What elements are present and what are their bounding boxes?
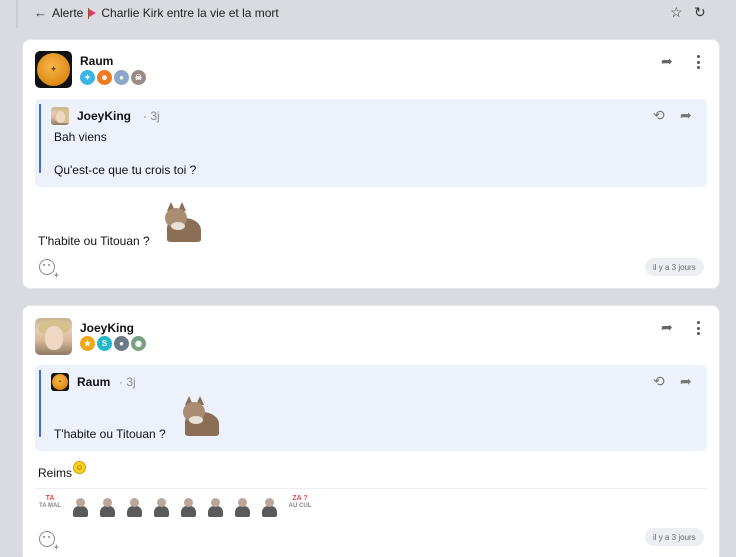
photo-badge-icon: ● bbox=[114, 336, 129, 351]
post-card: JoeyKing ★ S ● ◉ ➦ ✦ Raum · 3j ⟲ ➦ T'hab… bbox=[23, 306, 719, 557]
thread-category: Alerte bbox=[52, 6, 84, 20]
add-reaction-icon[interactable] bbox=[39, 531, 59, 552]
star-icon[interactable]: ☆ bbox=[670, 4, 683, 21]
share-icon[interactable]: ➦ bbox=[680, 373, 692, 390]
share-icon[interactable]: ➦ bbox=[680, 107, 692, 124]
quote-line: Bah viens bbox=[54, 130, 107, 144]
quote-author[interactable]: Raum bbox=[77, 375, 110, 389]
quote-line: Qu'est-ce que tu crois toi ? bbox=[54, 163, 197, 177]
post-timestamp: il y a 3 jours bbox=[645, 528, 704, 546]
quote-avatar bbox=[51, 107, 69, 125]
star-badge-icon: ★ bbox=[80, 336, 95, 351]
sticker-row: TA TA MAL ZA ? AU CUL bbox=[37, 495, 313, 517]
skull-badge-icon: ☠ bbox=[131, 70, 146, 85]
post-card: ✦ Raum ✦ ☻ ● ☠ ➦ JoeyKing · 3j ⟲ ➦ Bah v… bbox=[23, 40, 719, 288]
post-text: Reims bbox=[38, 466, 73, 480]
sticker bbox=[125, 497, 144, 517]
thread-title-text: Charlie Kirk entre la vie et la mort bbox=[101, 6, 279, 20]
quote-avatar: ✦ bbox=[51, 373, 69, 391]
s-badge-icon: S bbox=[97, 336, 112, 351]
divider bbox=[35, 488, 707, 489]
sticker bbox=[260, 497, 279, 517]
cat-sticker bbox=[177, 394, 221, 438]
sticker bbox=[71, 497, 90, 517]
quote-line: T'habite ou Titouan ? bbox=[54, 427, 166, 441]
avatar[interactable]: ✦ bbox=[35, 51, 72, 88]
header-divider bbox=[16, 0, 18, 28]
ball-badge-icon: ◉ bbox=[131, 336, 146, 351]
quote-bar bbox=[39, 104, 41, 173]
refresh-icon[interactable]: ↻ bbox=[694, 4, 706, 21]
avatar[interactable] bbox=[35, 318, 72, 355]
flag-icon bbox=[87, 7, 97, 19]
quote-time: · 3j bbox=[119, 375, 136, 389]
add-reaction-icon[interactable] bbox=[39, 259, 59, 280]
more-options-icon[interactable] bbox=[696, 55, 700, 69]
history-icon[interactable]: ⟲ bbox=[653, 107, 665, 124]
post-author[interactable]: Raum bbox=[80, 54, 113, 68]
quoted-message: ✦ Raum · 3j ⟲ ➦ T'habite ou Titouan ? bbox=[35, 365, 707, 451]
cat-sticker bbox=[159, 200, 203, 244]
arrow-left-icon[interactable]: ← bbox=[34, 5, 47, 20]
sticker bbox=[152, 497, 171, 517]
sticker bbox=[233, 497, 252, 517]
share-icon[interactable]: ➦ bbox=[661, 319, 673, 336]
photo-badge-icon: ● bbox=[114, 70, 129, 85]
user-badges: ✦ ☻ ● ☠ bbox=[80, 70, 146, 85]
blue-badge-icon: ✦ bbox=[80, 70, 95, 85]
thread-header: ← Alerte Charlie Kirk entre la vie et la… bbox=[0, 0, 736, 28]
history-icon[interactable]: ⟲ bbox=[653, 373, 665, 390]
sticker: ZA ? AU CUL bbox=[288, 495, 312, 509]
quote-bar bbox=[39, 370, 41, 437]
quote-author[interactable]: JoeyKing bbox=[77, 109, 131, 123]
post-text: T'habite ou Titouan ? bbox=[38, 234, 150, 248]
share-icon[interactable]: ➦ bbox=[661, 53, 673, 70]
smiley-emoji-icon: ☺ bbox=[73, 461, 86, 474]
sticker bbox=[98, 497, 117, 517]
sticker bbox=[179, 497, 198, 517]
sticker: TA TA MAL bbox=[39, 495, 61, 509]
ghost-badge-icon: ☻ bbox=[97, 70, 112, 85]
avatar-emblem: ✦ bbox=[37, 53, 70, 86]
thread-title: Alerte Charlie Kirk entre la vie et la m… bbox=[52, 6, 279, 20]
quote-time: · 3j bbox=[143, 109, 160, 123]
user-badges: ★ S ● ◉ bbox=[80, 336, 146, 351]
more-options-icon[interactable] bbox=[696, 321, 700, 335]
post-author[interactable]: JoeyKing bbox=[80, 321, 134, 335]
sticker bbox=[206, 497, 225, 517]
quoted-message: JoeyKing · 3j ⟲ ➦ Bah viens Qu'est-ce qu… bbox=[35, 99, 707, 187]
post-timestamp: il y a 3 jours bbox=[645, 258, 704, 276]
